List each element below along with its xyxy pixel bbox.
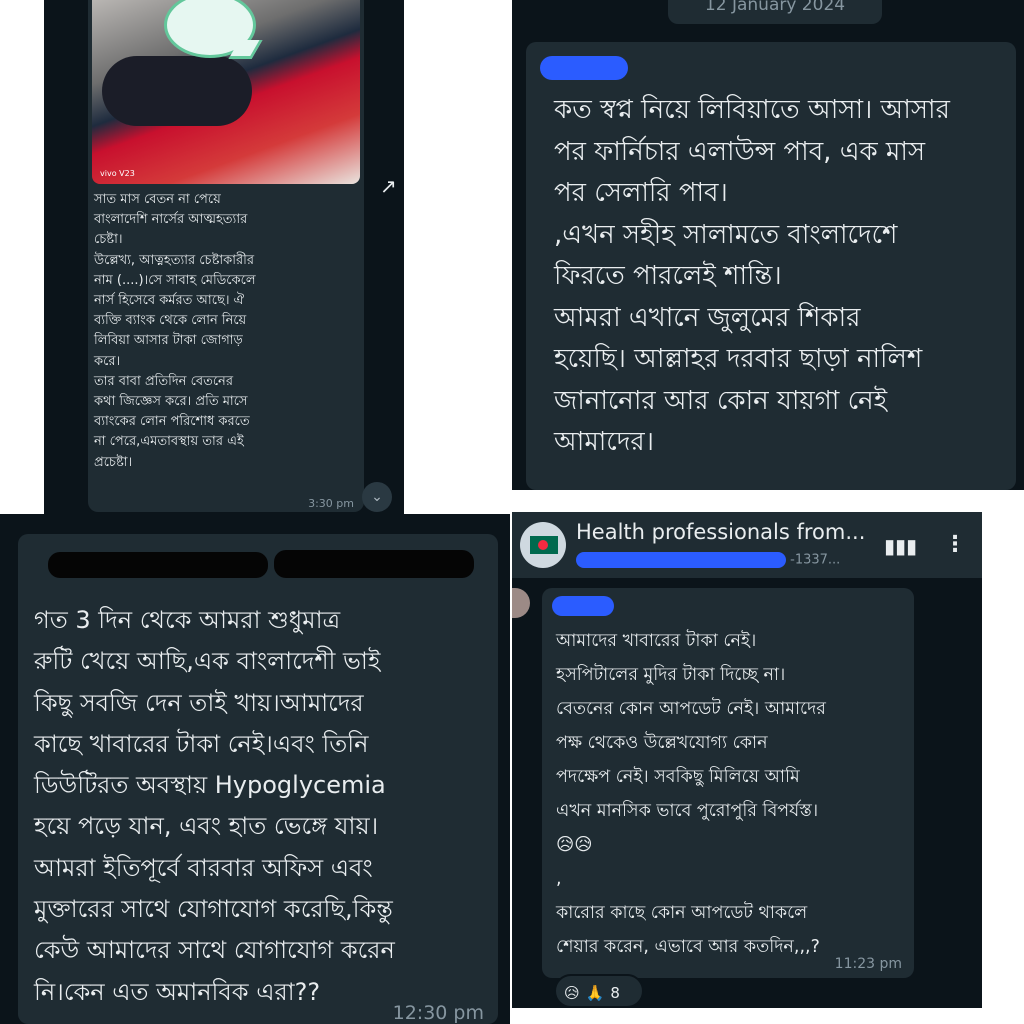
message-bubble[interactable]: কত স্বপ্ন নিয়ে লিবিয়াতে আসা। আসার পর ফ… [526, 42, 1016, 490]
message-bubble[interactable]: আমাদের খাবারের টাকা নেই। হসপিটালের মুদির… [542, 588, 914, 978]
chat-header[interactable]: Health professionals from... -1337... ▮▮… [512, 512, 982, 578]
panel-group-chat: Health professionals from... -1337... ▮▮… [512, 512, 982, 1008]
redacted-sender-name [552, 596, 614, 616]
message-text: গত 3 দিন থেকে আমরা শুধুমাত্র রুটি খেয়ে … [34, 606, 395, 1006]
pray-emoji: 🙏 [585, 984, 605, 1002]
bangladesh-flag-icon [530, 536, 558, 554]
group-subtitle-text: -1337... [790, 552, 841, 568]
message-bubble[interactable]: গত 3 দিন থেকে আমরা শুধুমাত্র রুটি খেয়ে … [18, 534, 498, 1024]
scroll-down-icon[interactable]: ⌄ [362, 482, 392, 512]
crying-emoji: 😥 [564, 984, 580, 1002]
group-subtitle: -1337... [576, 552, 876, 568]
sender-avatar[interactable] [512, 588, 530, 618]
message-time: 12:30 pm [392, 1002, 484, 1024]
message-text: সাত মাস বেতন না পেয়ে বাংলাদেশি নার্সের … [94, 192, 256, 470]
photo-watermark: vivo V23 [100, 169, 135, 178]
date-chip: 12 January 2024 [668, 0, 882, 24]
reaction-count: 8 [610, 984, 620, 1002]
group-title[interactable]: Health professionals from... [576, 520, 896, 544]
forward-icon[interactable]: ↗ [380, 174, 404, 198]
photo-content [102, 56, 252, 126]
message-time: 11:23 pm [834, 956, 902, 972]
redacted-sender-phone [274, 550, 474, 578]
redacted-sender-name [540, 56, 628, 80]
reactions-pill[interactable]: 😥 🙏 8 [554, 974, 644, 1008]
message-text: আমাদের খাবারের টাকা নেই। হসপিটালের মুদির… [556, 631, 826, 957]
message-photo[interactable]: vivo V23 [92, 0, 360, 184]
menu-icon[interactable]: ⋮ [944, 532, 966, 557]
message-text: কত স্বপ্ন নিয়ে লিবিয়াতে আসা। আসার পর ফ… [554, 95, 950, 457]
redacted-members [576, 552, 786, 568]
redacted-sender-name [48, 552, 268, 578]
group-avatar[interactable] [520, 522, 566, 568]
panel-message-2: 12 January 2024 কত স্বপ্ন নিয়ে লিবিয়াত… [512, 0, 1024, 490]
message-bubble[interactable]: vivo V23 সাত মাস বেতন না পেয়ে বাংলাদেশি… [88, 0, 364, 512]
audio-wave-icon[interactable]: ▮▮▮ [884, 534, 917, 558]
panel-forwarded-message: vivo V23 সাত মাস বেতন না পেয়ে বাংলাদেশি… [44, 0, 404, 514]
panel-message-3: গত 3 দিন থেকে আমরা শুধুমাত্র রুটি খেয়ে … [0, 514, 510, 1024]
message-time: 3:30 pm [308, 497, 354, 510]
